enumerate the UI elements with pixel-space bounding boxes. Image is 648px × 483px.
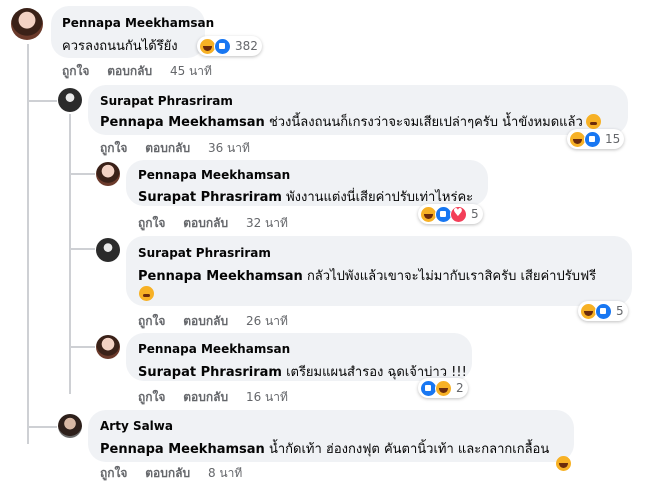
mention[interactable]: Pennapa Meekhamsan [138, 269, 303, 284]
reply-link[interactable]: ตอบกลับ [183, 314, 228, 328]
avatar[interactable] [96, 162, 120, 186]
comment-body: กลัวไปพังแล้วเขาจะไม่มากับเราสิครับ เสีย… [306, 269, 597, 284]
reaction-count: 382 [235, 39, 258, 53]
comment-author[interactable]: Arty Salwa [100, 419, 173, 433]
comment-actions: ถูกใจ ตอบกลับ 26 นาที [138, 312, 302, 331]
comment-author[interactable]: Surapat Phrasriram [138, 246, 271, 260]
reaction-count: 15 [605, 132, 621, 146]
avatar[interactable] [96, 335, 120, 359]
comment-text: Pennapa Meekhamsan น้ำกัดเท้า ฮ่องกงฟุต … [100, 438, 549, 459]
reply-link[interactable]: ตอบกลับ [145, 141, 190, 155]
reaction-summary[interactable]: 15 [567, 129, 625, 149]
reaction-summary[interactable]: 5 [578, 301, 628, 321]
laughing-emoji-icon [556, 456, 571, 471]
like-link[interactable]: ถูกใจ [62, 64, 89, 78]
like-link[interactable]: ถูกใจ [138, 390, 165, 404]
reply-link[interactable]: ตอบกลับ [183, 390, 228, 404]
comment-text: ควรลงถนนกันได้รึยัง [62, 39, 178, 54]
comment-body: ช่วงนี้ลงถนนก็เกรงว่าจะจมเสียเปล่าๆครับ … [268, 115, 583, 130]
comment-text: Pennapa Meekhamsan กลัวไปพังแล้วเขาจะไม่… [138, 265, 596, 286]
comment-actions: ถูกใจ ตอบกลับ 36 นาที [100, 139, 264, 158]
like-icon [584, 130, 601, 148]
comment-actions: ถูกใจ ตอบกลับ 32 นาที [138, 214, 302, 233]
comment-text: Pennapa Meekhamsan ช่วงนี้ลงถนนก็เกรงว่า… [100, 111, 601, 132]
thread-branch [29, 100, 57, 102]
mention[interactable]: Surapat Phrasriram [138, 365, 282, 380]
avatar[interactable] [96, 238, 120, 262]
like-link[interactable]: ถูกใจ [138, 216, 165, 230]
reaction-summary[interactable]: 2 [418, 378, 468, 398]
comment-text: Surapat Phrasriram พังงานแต่งนี่เสียค่าป… [138, 186, 473, 207]
reply-link[interactable]: ตอบกลับ [145, 466, 190, 480]
like-link[interactable]: ถูกใจ [138, 314, 165, 328]
reaction-count: 2 [456, 381, 464, 395]
reaction-summary[interactable]: 382 [197, 36, 262, 56]
grinning-sweat-emoji-icon [139, 286, 154, 301]
mention[interactable]: Surapat Phrasriram [138, 190, 282, 205]
comment-actions: ถูกใจ ตอบกลับ 8 นาที [100, 464, 256, 483]
reaction-summary[interactable]: 5 [418, 204, 483, 224]
comment-time[interactable]: 32 นาที [246, 216, 288, 230]
comment-author[interactable]: Surapat Phrasriram [100, 94, 233, 108]
comment-time[interactable]: 26 นาที [246, 314, 288, 328]
haha-icon [435, 379, 452, 397]
comment-author[interactable]: Pennapa Meekhamsan [62, 16, 214, 30]
comment-author[interactable]: Pennapa Meekhamsan [138, 342, 290, 356]
comment-time[interactable]: 36 นาที [208, 141, 250, 155]
grinning-sweat-emoji-icon [585, 114, 601, 129]
thread-line [27, 44, 29, 444]
thread-branch [71, 346, 95, 348]
comment-time[interactable]: 8 นาที [208, 466, 242, 480]
mention[interactable]: Pennapa Meekhamsan [100, 115, 265, 130]
comment-time[interactable]: 45 นาที [170, 64, 212, 78]
thread-branch [71, 173, 95, 175]
avatar[interactable] [58, 414, 82, 438]
comment-text: Surapat Phrasriram เตรียมแผนสำรอง ฉุดเจ้… [138, 361, 467, 382]
comment-actions: ถูกใจ ตอบกลับ 16 นาที [138, 388, 302, 407]
comment-time[interactable]: 16 นาที [246, 390, 288, 404]
comment-body: น้ำกัดเท้า ฮ่องกงฟุต คันตานิ้วเท้า และกล… [268, 442, 550, 457]
like-icon [214, 37, 231, 55]
like-icon [595, 302, 612, 320]
thread-branch [71, 248, 95, 250]
thread-line [69, 114, 71, 394]
like-link[interactable]: ถูกใจ [100, 466, 127, 480]
mention[interactable]: Pennapa Meekhamsan [100, 442, 265, 457]
reply-link[interactable]: ตอบกลับ [107, 64, 152, 78]
reply-link[interactable]: ตอบกลับ [183, 216, 228, 230]
comment-author[interactable]: Pennapa Meekhamsan [138, 168, 290, 182]
love-icon [450, 205, 467, 223]
avatar[interactable] [11, 8, 43, 40]
thread-branch [29, 426, 57, 428]
comment-body: พังงานแต่งนี่เสียค่าปรับเท่าไหร่คะ [286, 190, 474, 205]
reaction-count: 5 [616, 304, 624, 318]
reaction-count: 5 [471, 207, 479, 221]
comment-actions: ถูกใจ ตอบกลับ 45 นาที [62, 62, 226, 81]
avatar[interactable] [58, 88, 82, 112]
like-link[interactable]: ถูกใจ [100, 141, 127, 155]
